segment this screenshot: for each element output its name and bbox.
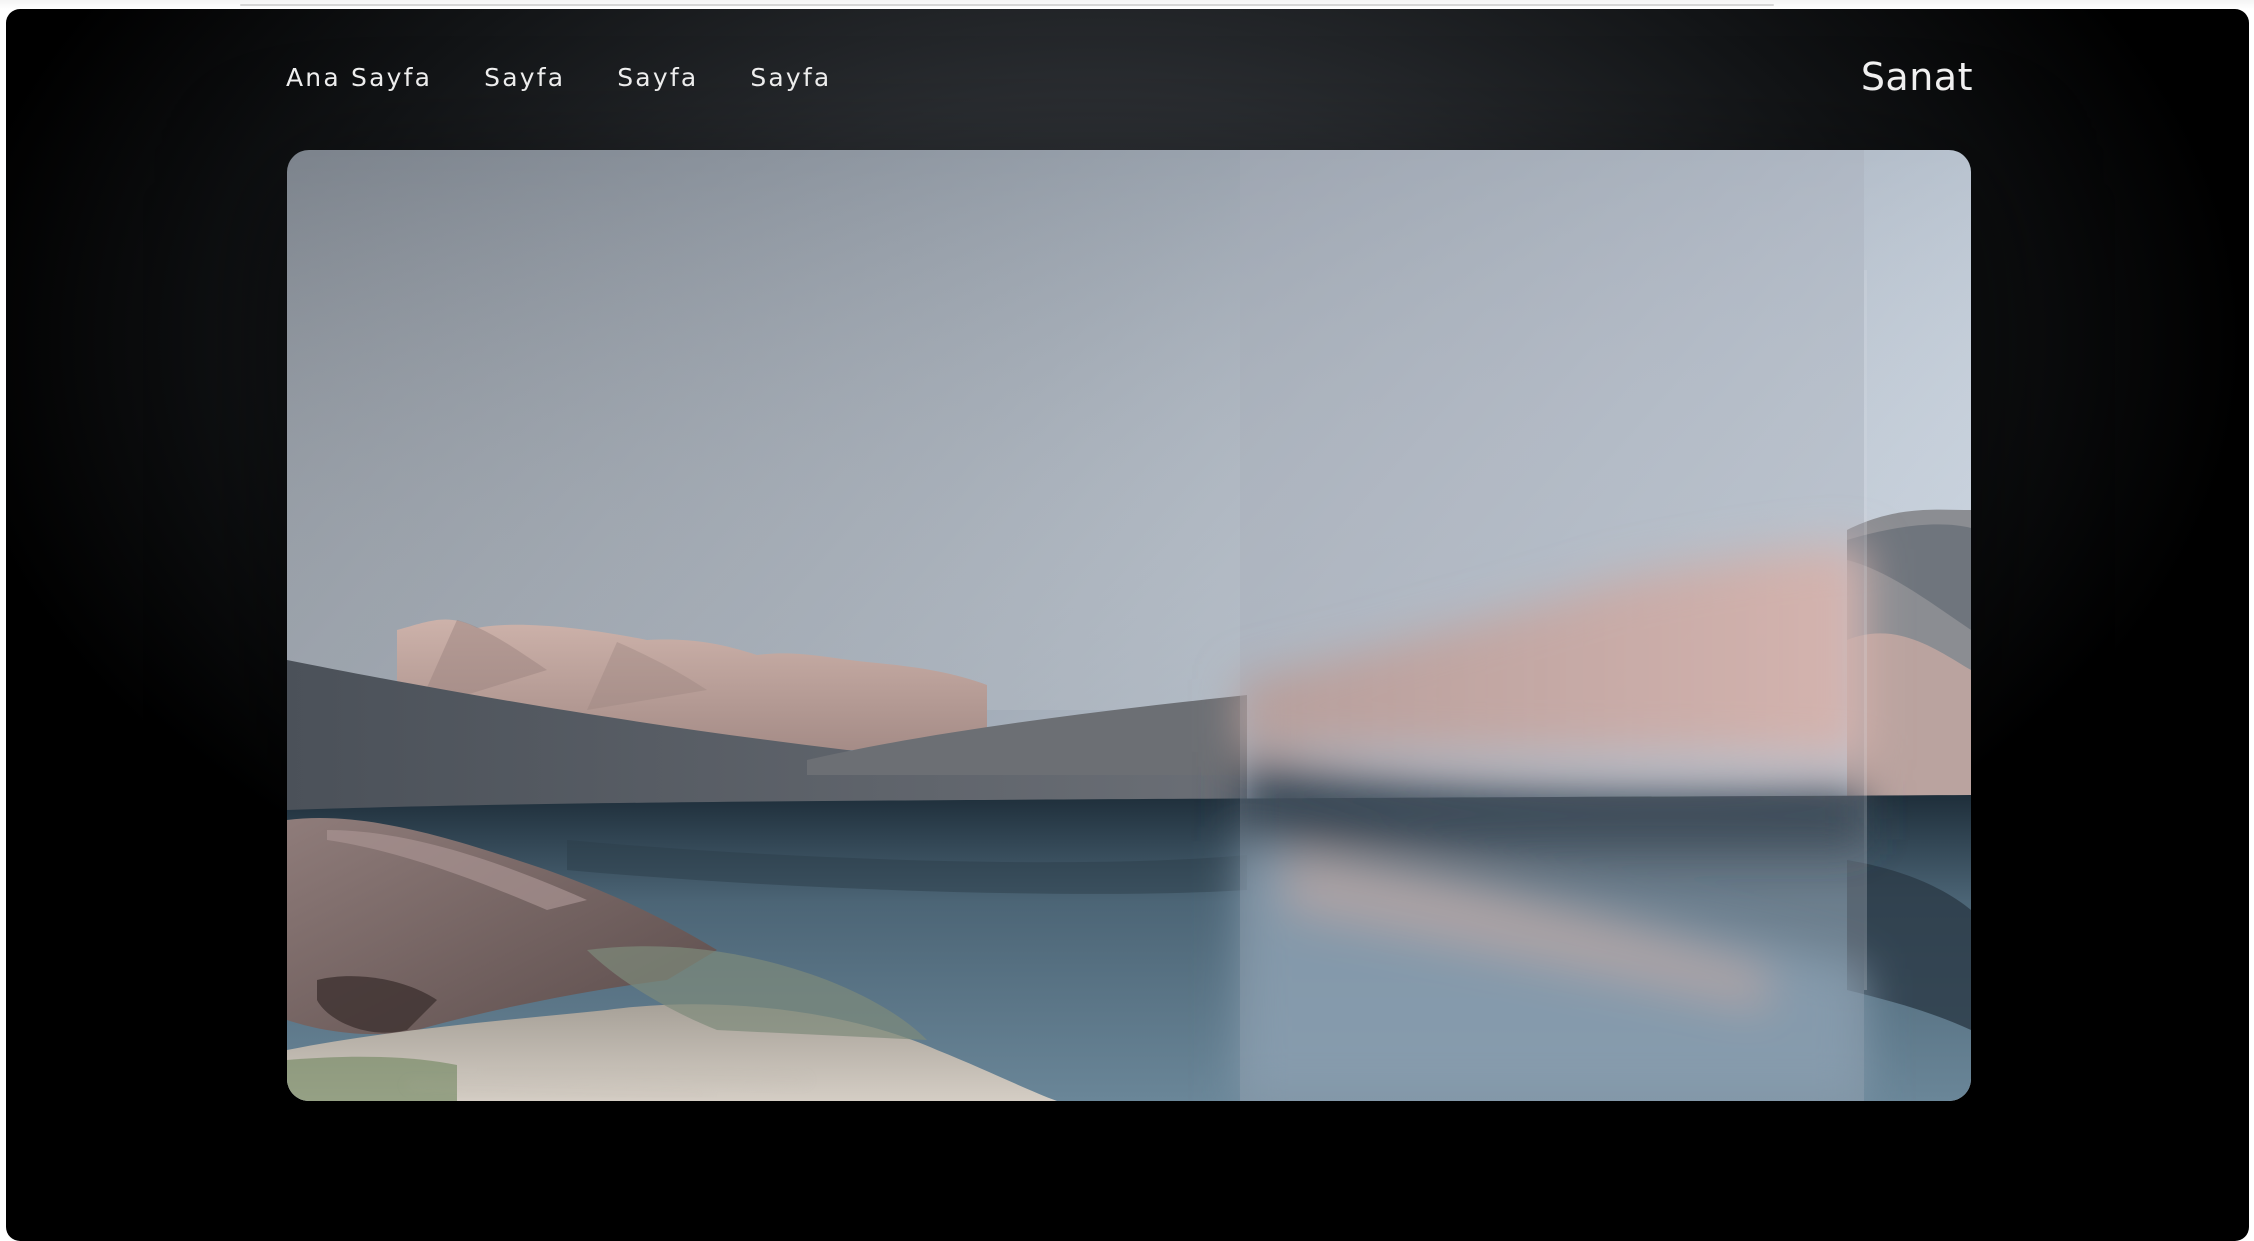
nav-link-page-1[interactable]: Sayfa: [484, 63, 565, 92]
main-nav: Ana Sayfa Sayfa Sayfa Sayfa: [286, 63, 831, 92]
nav-link-page-2[interactable]: Sayfa: [617, 63, 698, 92]
hero-image: [287, 150, 1971, 1101]
nav-link-home[interactable]: Ana Sayfa: [286, 63, 432, 92]
nav-link-page-3[interactable]: Sayfa: [750, 63, 831, 92]
glass-overlay-card: [1240, 150, 1864, 1101]
brand-logo[interactable]: Sanat: [1861, 55, 1973, 99]
page-frame: Ana Sayfa Sayfa Sayfa Sayfa Sanat: [6, 9, 2249, 1241]
browser-top-edge: [0, 0, 2254, 9]
